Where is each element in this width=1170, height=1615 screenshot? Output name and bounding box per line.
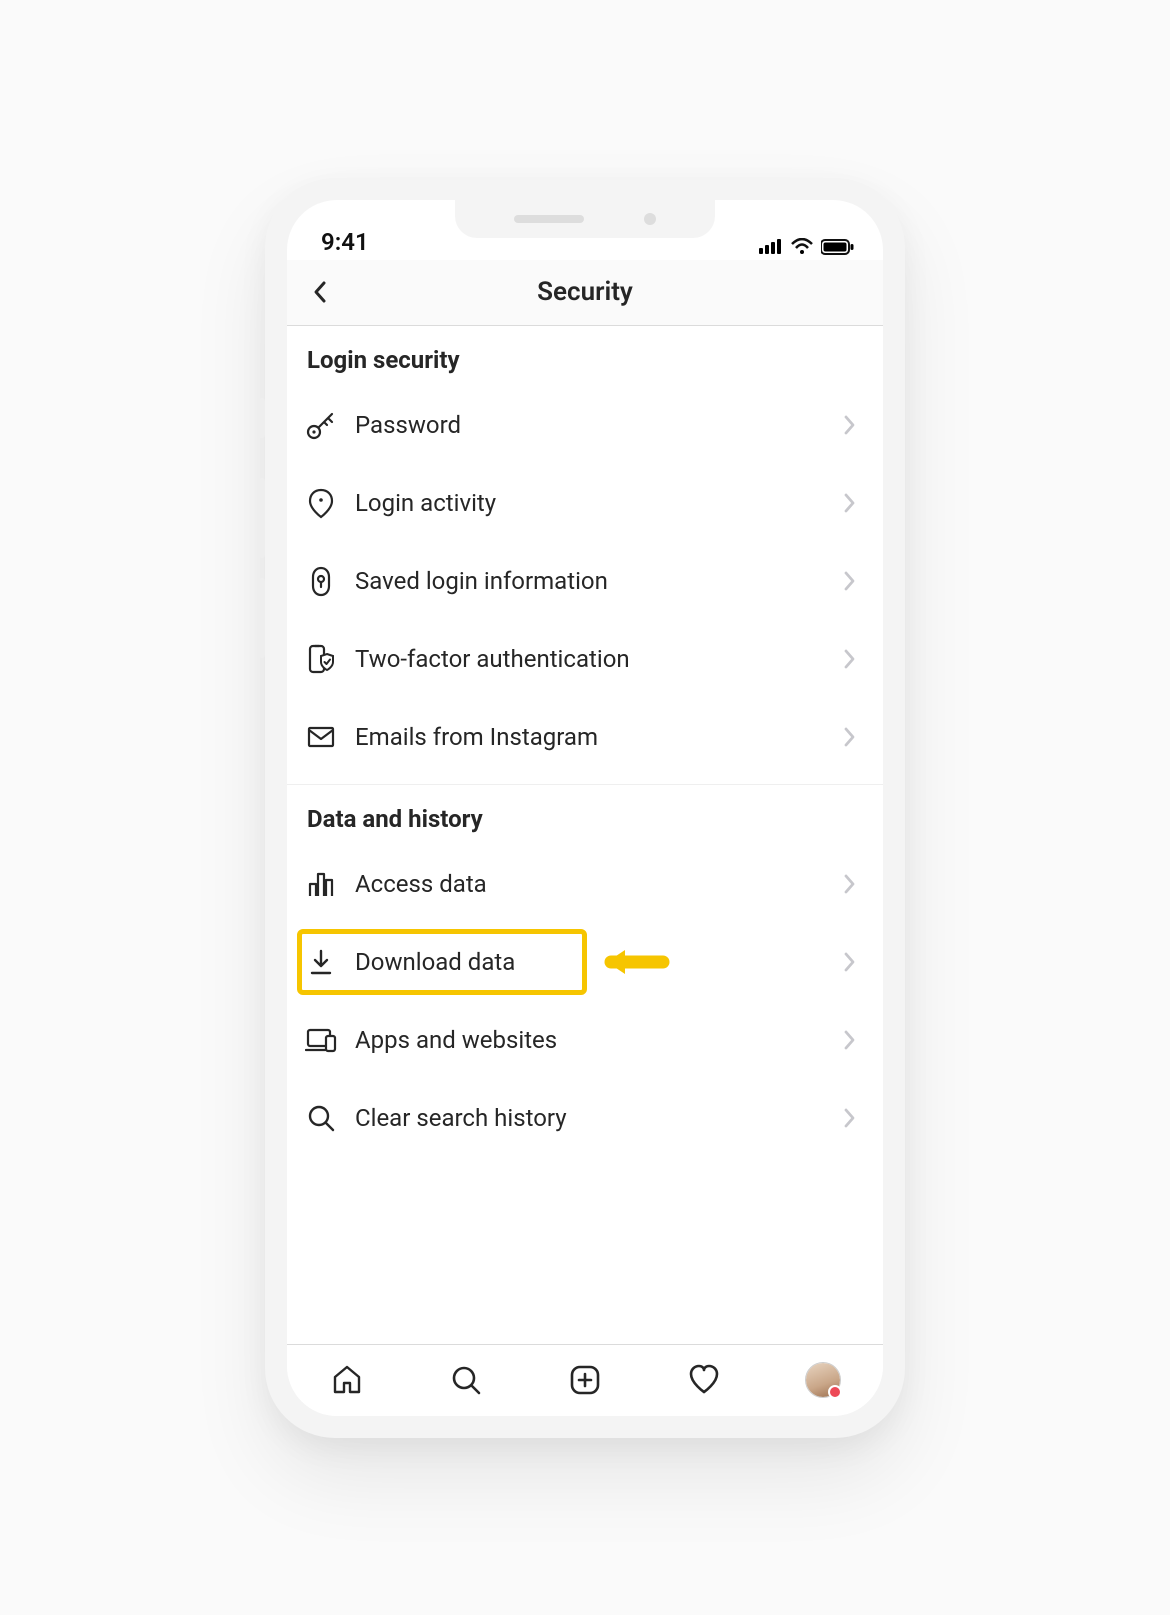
status-time: 9:41 [321,228,369,256]
heart-icon [687,1363,721,1397]
mail-icon [305,721,337,753]
download-icon [305,946,337,978]
chevron-right-icon [837,568,863,594]
home-icon [330,1363,364,1397]
avatar [806,1363,840,1397]
row-label: Login activity [355,489,837,517]
location-icon [305,487,337,519]
row-login-activity[interactable]: Login activity [287,464,883,542]
tab-search[interactable] [442,1356,490,1404]
phone-frame: 9:41 Security Login security Password [265,178,905,1438]
bars-icon [305,868,337,900]
row-label: Apps and websites [355,1026,837,1054]
row-label: Access data [355,870,837,898]
row-apps-and-websites[interactable]: Apps and websites [287,1001,883,1079]
shield-phone-icon [305,643,337,675]
row-label: Clear search history [355,1104,837,1132]
tab-add[interactable] [561,1356,609,1404]
signal-icon [759,238,783,256]
row-access-data[interactable]: Access data [287,845,883,923]
tab-activity[interactable] [680,1356,728,1404]
notch [455,200,715,238]
content: Login security Password Login activity S… [287,326,883,1344]
devices-icon [305,1024,337,1056]
tab-bar [287,1344,883,1416]
chevron-right-icon [837,724,863,750]
section-header-data-history: Data and history [287,785,883,845]
tab-profile[interactable] [799,1356,847,1404]
row-emails-from-instagram[interactable]: Emails from Instagram [287,698,883,776]
chevron-right-icon [837,646,863,672]
row-label: Password [355,411,837,439]
chevron-right-icon [837,490,863,516]
row-label: Download data [355,948,837,976]
row-saved-login-info[interactable]: Saved login information [287,542,883,620]
chevron-right-icon [837,1105,863,1131]
search-icon [305,1102,337,1134]
chevron-right-icon [837,871,863,897]
row-label: Two-factor authentication [355,645,837,673]
screen: 9:41 Security Login security Password [287,200,883,1416]
search-icon [449,1363,483,1397]
nav-header: Security [287,260,883,326]
chevron-right-icon [837,949,863,975]
key-icon [305,409,337,441]
row-label: Emails from Instagram [355,723,837,751]
chevron-left-icon [308,279,334,305]
page-title: Security [537,277,633,307]
row-download-data[interactable]: Download data [287,923,883,1001]
back-button[interactable] [299,270,343,314]
wifi-icon [791,238,813,256]
tab-home[interactable] [323,1356,371,1404]
chevron-right-icon [837,1027,863,1053]
chevron-right-icon [837,412,863,438]
row-password[interactable]: Password [287,386,883,464]
section-header-login-security: Login security [287,326,883,386]
battery-icon [821,238,855,256]
row-label: Saved login information [355,567,837,595]
keyhole-icon [305,565,337,597]
row-clear-search-history[interactable]: Clear search history [287,1079,883,1157]
row-two-factor[interactable]: Two-factor authentication [287,620,883,698]
add-icon [568,1363,602,1397]
